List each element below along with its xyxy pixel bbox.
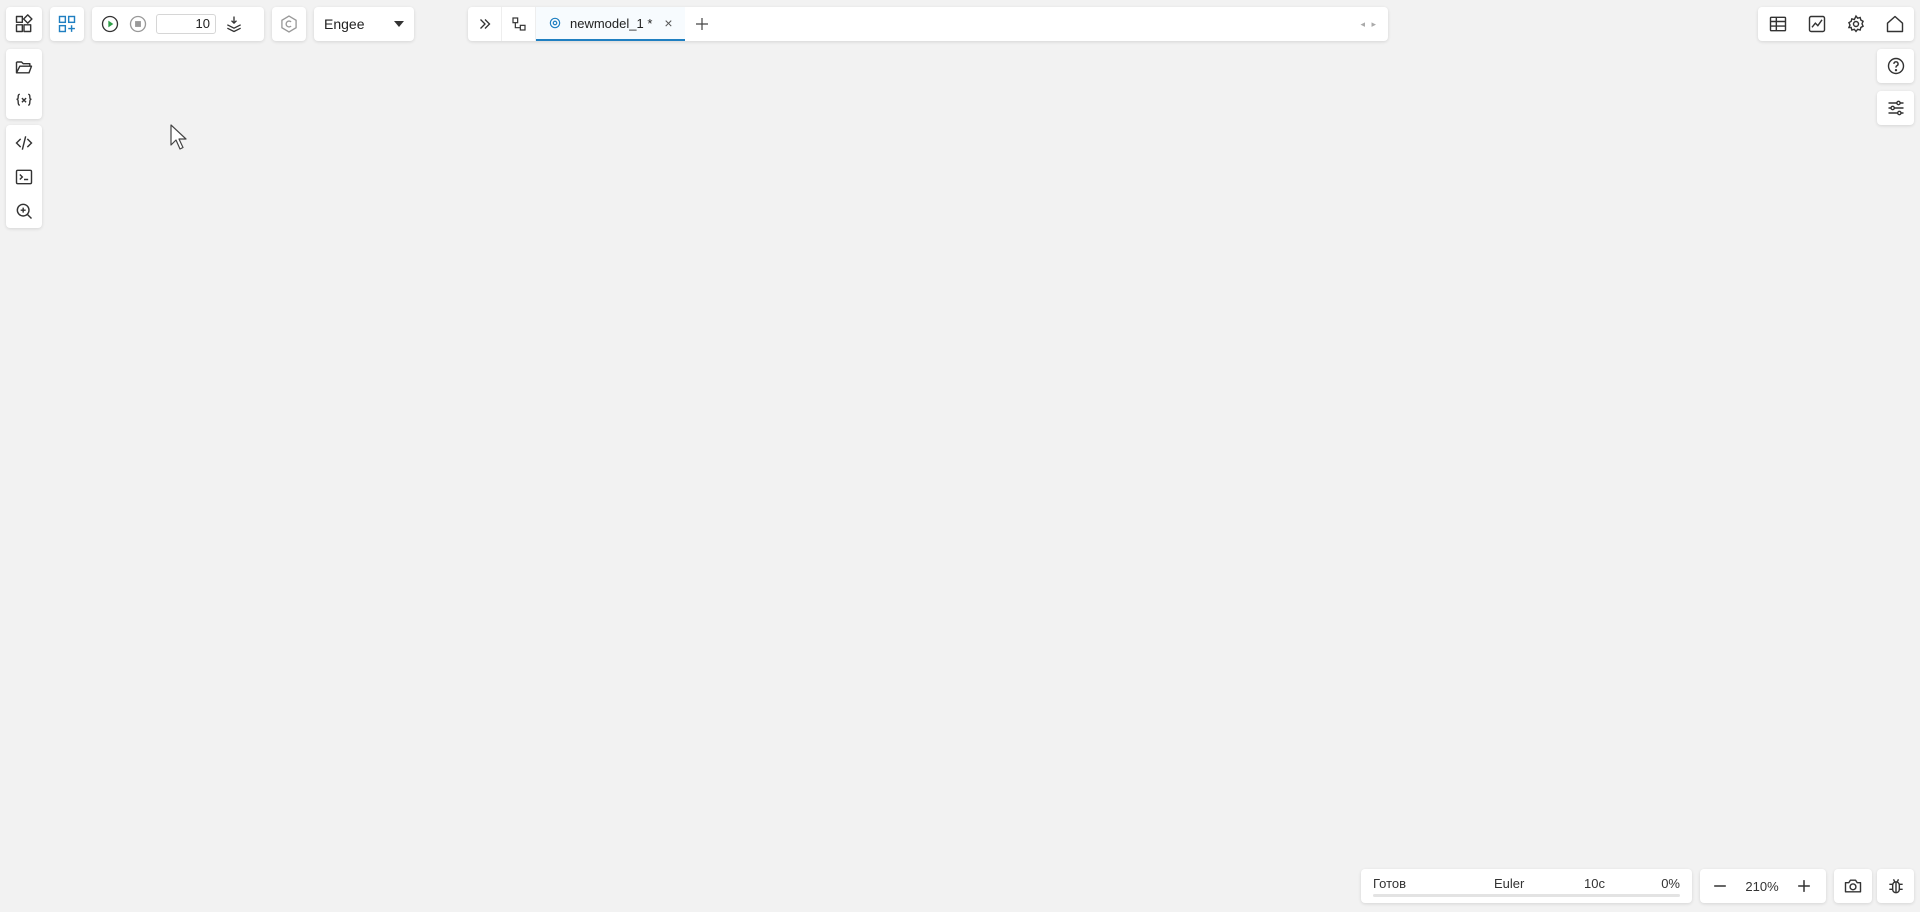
variables-button[interactable]	[6, 84, 42, 118]
model-tree-button[interactable]	[502, 7, 536, 41]
code-icon	[15, 136, 33, 150]
tab-label: newmodel_1 *	[570, 15, 653, 31]
add-tab-button[interactable]	[685, 7, 719, 41]
double-chevron-right-icon	[479, 19, 490, 29]
stop-button[interactable]	[124, 7, 152, 41]
tab-close-button[interactable]: ×	[660, 15, 672, 31]
properties-button[interactable]	[1877, 91, 1914, 125]
zoom-out-button[interactable]	[1700, 869, 1740, 903]
plus-icon	[1798, 880, 1810, 892]
tab-scroll-arrows[interactable]: ◂ ▸	[1360, 19, 1378, 30]
folder-open-icon	[15, 61, 33, 74]
table-icon	[1769, 16, 1786, 32]
minus-icon	[1714, 885, 1726, 887]
sliders-icon	[1877, 91, 1914, 125]
model-tree-icon	[511, 17, 526, 31]
simulation-toolbar: 10	[92, 7, 264, 41]
graphs-button[interactable]	[1797, 7, 1836, 41]
left-sidebar-bottom	[6, 125, 42, 228]
run-button[interactable]	[96, 7, 124, 41]
zoom-search-icon	[16, 203, 33, 220]
gear-icon	[1847, 14, 1864, 33]
help-icon	[1877, 49, 1914, 83]
tab-newmodel[interactable]: newmodel_1 * ×	[536, 7, 685, 41]
data-inspector-button[interactable]	[1758, 7, 1797, 41]
codegen-button[interactable]	[272, 7, 306, 41]
file-browser-button[interactable]	[6, 50, 42, 84]
tab-bar: newmodel_1 * × ◂ ▸	[468, 7, 1388, 41]
simulation-time-input[interactable]: 10	[156, 14, 216, 34]
code-editor-button[interactable]	[6, 126, 42, 160]
c-hexagon-icon	[272, 7, 306, 41]
stop-icon	[129, 15, 147, 33]
terminal-button[interactable]	[6, 160, 42, 194]
engine-select[interactable]: Engee	[314, 7, 414, 41]
debug-button[interactable]	[1877, 869, 1914, 903]
zoom-control: 210%	[1700, 869, 1826, 903]
terminal-icon	[15, 169, 33, 185]
play-icon	[101, 15, 119, 33]
mouse-pointer-icon	[170, 124, 187, 150]
status-bar: Готов Euler 10с 0%	[1361, 869, 1692, 903]
right-toolbar	[1758, 7, 1914, 41]
progress-bar	[1373, 894, 1680, 897]
home-button[interactable]	[1875, 7, 1914, 41]
layers-download-icon	[227, 16, 241, 33]
settings-button[interactable]	[1836, 7, 1875, 41]
graph-icon	[1808, 15, 1825, 33]
status-progress-label: 0%	[1661, 876, 1680, 891]
zoom-value[interactable]: 210%	[1740, 879, 1784, 894]
variables-icon	[16, 93, 32, 106]
status-state: Готов	[1373, 876, 1407, 891]
engine-select-value: Engee	[324, 16, 365, 32]
status-solver: Euler	[1494, 876, 1525, 891]
block-library-button[interactable]	[50, 7, 84, 41]
model-icon	[549, 17, 561, 29]
expand-panel-button[interactable]	[468, 7, 502, 41]
search-button[interactable]	[6, 194, 42, 228]
block-library-icon	[50, 7, 84, 41]
chevron-down-icon	[394, 21, 404, 27]
engee-blocks-icon	[6, 7, 42, 41]
left-sidebar-top	[6, 49, 42, 119]
help-button[interactable]	[1877, 49, 1914, 83]
zoom-in-button[interactable]	[1784, 869, 1824, 903]
app-logo-button[interactable]	[6, 7, 42, 41]
status-time: 10с	[1584, 876, 1605, 891]
home-icon	[1886, 15, 1903, 33]
screenshot-button[interactable]	[1834, 869, 1872, 903]
plus-icon	[695, 18, 708, 30]
deploy-button[interactable]	[220, 7, 248, 41]
bug-icon	[1877, 869, 1914, 903]
camera-icon	[1834, 869, 1872, 903]
